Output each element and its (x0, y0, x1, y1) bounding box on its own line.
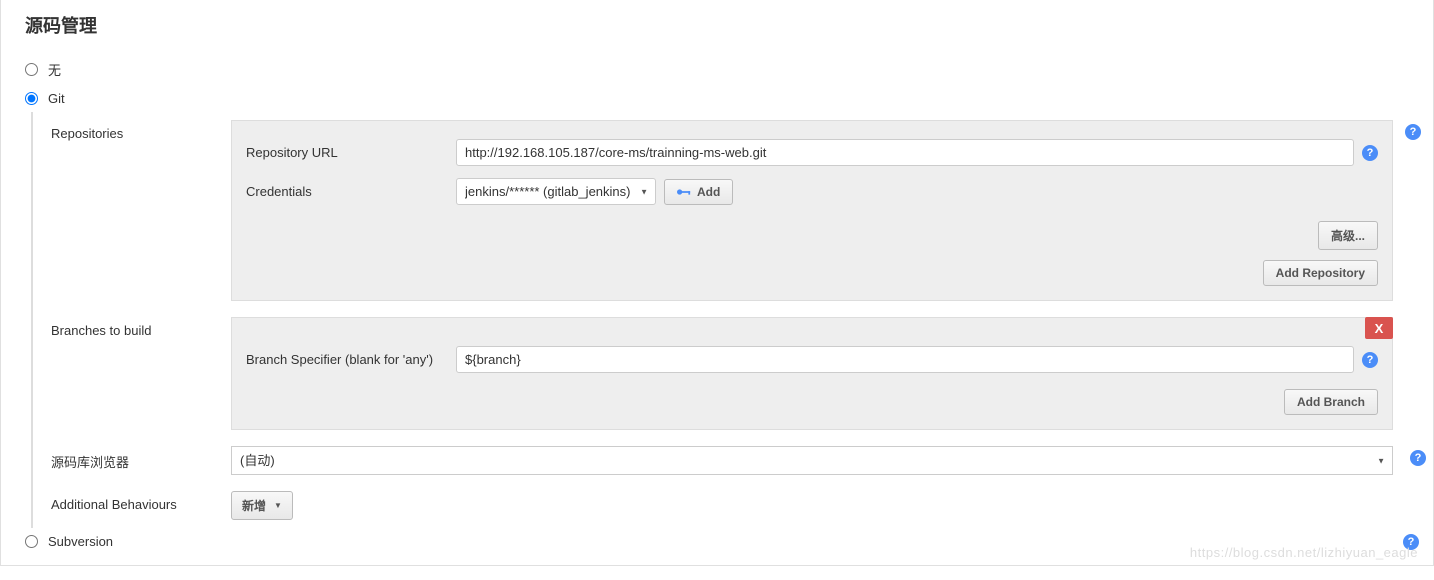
repo-url-input[interactable] (456, 139, 1354, 166)
repo-url-label: Repository URL (246, 145, 456, 160)
credentials-select[interactable]: jenkins/****** (gitlab_jenkins) (456, 178, 656, 205)
advanced-button[interactable]: 高级... (1318, 221, 1378, 250)
branches-label: Branches to build (51, 317, 231, 338)
radio-subversion[interactable] (25, 535, 38, 548)
scm-option-git[interactable]: Git (25, 85, 1433, 112)
add-behaviour-button[interactable]: 新增 ▼ (231, 491, 293, 520)
watermark: https://blog.csdn.net/lizhiyuan_eagle (1190, 545, 1418, 560)
add-repository-button[interactable]: Add Repository (1263, 260, 1378, 286)
browser-label: 源码库浏览器 (51, 446, 231, 471)
delete-branch-button[interactable]: X (1365, 317, 1393, 339)
add-branch-button[interactable]: Add Branch (1284, 389, 1378, 415)
radio-git-label: Git (48, 91, 65, 106)
help-icon[interactable]: ? (1410, 450, 1426, 466)
repositories-label: Repositories (51, 120, 231, 141)
help-icon[interactable]: ? (1362, 352, 1378, 368)
add-credentials-button[interactable]: Add (664, 179, 733, 205)
radio-none-label: 无 (48, 60, 61, 79)
add-credentials-label: Add (697, 185, 720, 199)
radio-subversion-label: Subversion (48, 534, 113, 549)
branches-panel: X Branch Specifier (blank for 'any') ? A… (231, 317, 1393, 430)
key-icon (677, 188, 691, 196)
repositories-panel: Repository URL ? Credentials jenkins/***… (231, 120, 1393, 301)
help-icon[interactable]: ? (1405, 124, 1421, 140)
browser-select[interactable]: (自动) (231, 446, 1393, 475)
radio-git[interactable] (25, 92, 38, 105)
branch-specifier-input[interactable] (456, 346, 1354, 373)
section-title: 源码管理 (1, 0, 1433, 54)
scm-option-none[interactable]: 无 (25, 54, 1433, 85)
chevron-down-icon: ▼ (274, 501, 282, 510)
radio-none[interactable] (25, 63, 38, 76)
add-behaviour-label: 新增 (242, 497, 266, 514)
behaviours-label: Additional Behaviours (51, 491, 231, 512)
credentials-label: Credentials (246, 184, 456, 199)
branch-specifier-label: Branch Specifier (blank for 'any') (246, 352, 456, 367)
help-icon[interactable]: ? (1362, 145, 1378, 161)
